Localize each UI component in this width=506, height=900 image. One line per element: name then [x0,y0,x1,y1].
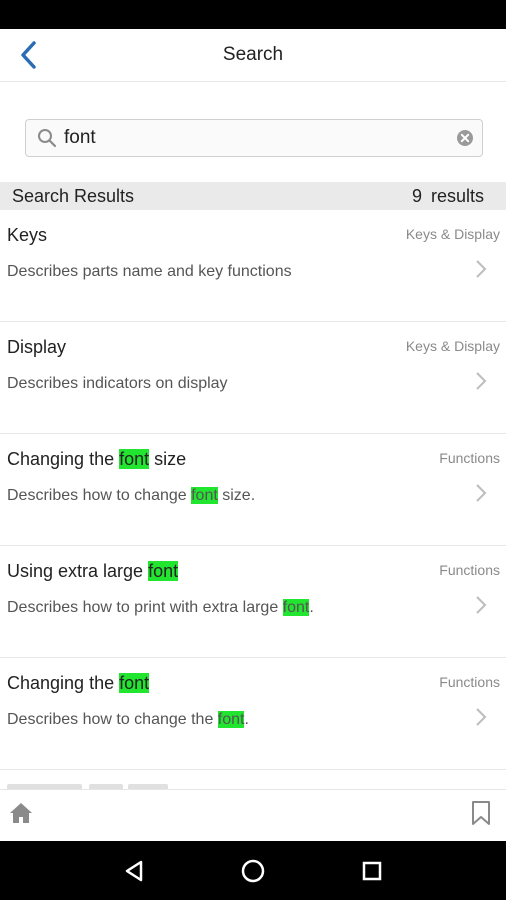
search-term-highlight: font [119,449,150,469]
result-title-text: size [149,449,187,469]
search-icon [30,120,64,156]
search-term-highlight: font [148,561,179,581]
bookmark-icon[interactable] [470,800,492,826]
square-recents-icon [362,861,381,880]
result-category: Keys & Display [405,338,500,354]
result-item[interactable]: Changing the font size Functions Describ… [0,434,506,546]
chevron-right-icon [476,260,487,278]
nav-recents-button[interactable] [352,851,392,891]
result-item[interactable]: Display Keys & Display Describes indicat… [0,322,506,434]
result-description-text: Describes how to change the [7,711,218,728]
result-category: Functions [439,450,500,466]
results-count-number: 9 [411,185,422,206]
result-description-text: . [309,599,314,616]
bottom-toolbar [0,789,506,841]
chevron-right-icon [476,596,487,614]
results-header: Search Results 9 results [0,182,506,210]
result-item[interactable]: Using extra large font Functions Describ… [0,546,506,658]
result-item[interactable]: Keys Keys & Display Describes parts name… [0,210,506,322]
result-item[interactable]: Changing the font Functions Describes ho… [0,658,506,770]
status-bar [0,0,506,29]
triangle-back-icon [126,860,143,881]
result-description: Describes indicators on display [7,375,228,392]
search-box[interactable] [25,119,483,157]
result-description: Describes how to change font size. [7,487,255,505]
results-header-label: Search Results [12,185,135,206]
results-count-suffix: results [430,185,484,206]
search-term-highlight: font [191,487,218,504]
result-category: Functions [439,562,500,578]
results-list: Keys Keys & Display Describes parts name… [0,210,506,789]
nav-home-button[interactable] [233,851,273,891]
result-description-text: size. [217,487,256,504]
result-title-text: Changing the [7,449,120,469]
result-title: Changing the font size [7,449,186,470]
navigation-bar [0,841,506,900]
result-description: Describes parts name and key functions [7,263,292,280]
search-term-highlight: font [282,599,310,616]
home-icon[interactable] [8,800,34,826]
result-description-text: Describes how to print with extra large [7,599,283,616]
result-title: Changing the font [7,673,150,694]
result-title-text: Using extra large [7,561,149,581]
search-area [0,82,506,182]
result-description-text: Describes how to change [7,487,192,504]
search-input[interactable] [64,120,448,156]
nav-back-button[interactable] [114,851,154,891]
result-description: Describes how to change the font. [7,711,249,729]
result-title: Display [7,337,67,357]
result-category: Functions [439,674,500,690]
result-description: Describes how to print with extra large … [7,599,314,617]
chevron-right-icon [476,372,487,390]
search-term-highlight: font [119,673,150,693]
page-title: Search [222,44,284,65]
back-button[interactable] [12,37,44,73]
app-header: Search [0,29,506,82]
circle-home-icon [241,859,265,882]
chevron-right-icon [476,708,487,726]
result-title: Keys [7,225,48,245]
result-description-text: . [244,711,249,728]
results-count: 9 results [412,186,484,207]
result-title: Using extra large font [7,561,179,582]
result-title-text: Changing the [7,673,120,693]
result-category: Keys & Display [405,226,500,242]
search-term-highlight: font [217,711,245,728]
chevron-right-icon [476,484,487,502]
clear-icon[interactable] [448,120,482,156]
result-item-partial[interactable] [0,770,506,789]
chevron-left-icon [21,41,36,69]
